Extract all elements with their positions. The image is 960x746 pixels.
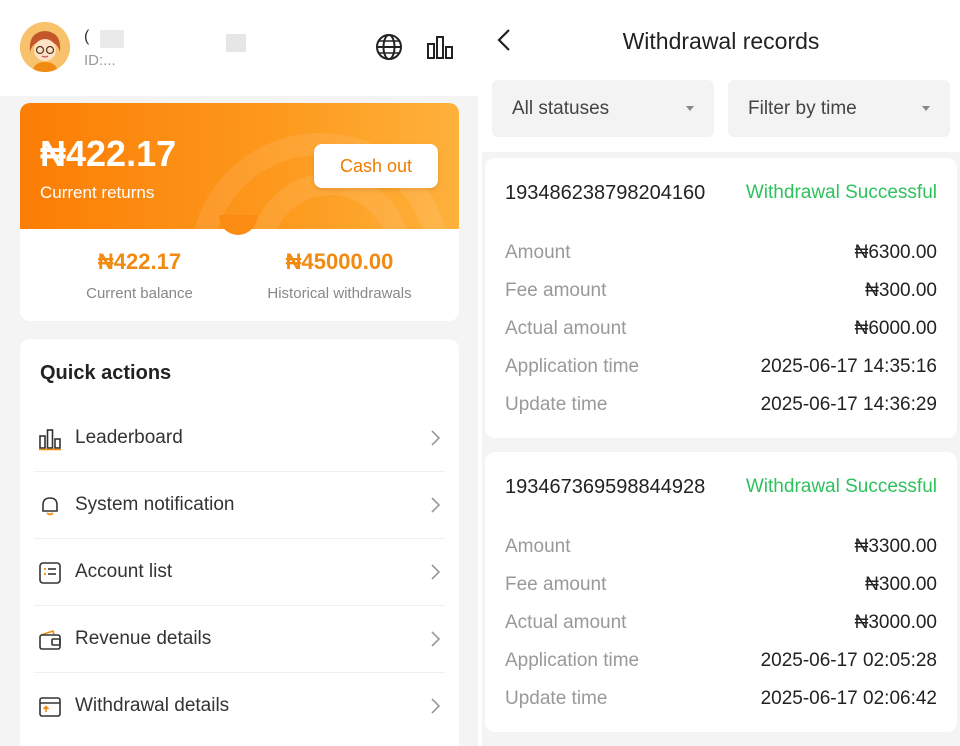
globe-icon[interactable] (374, 32, 404, 62)
record-status: Withdrawal Successful (745, 182, 937, 203)
caret-down-icon (922, 106, 930, 111)
historical-withdrawals: ₦45000.00 Historical withdrawals (230, 249, 449, 302)
quick-action-system-notification[interactable]: System notification (34, 472, 445, 539)
chevron-right-icon (431, 497, 441, 513)
current-returns-amount: ₦422.17 (40, 133, 177, 174)
records-header: Withdrawal records All statuses Filter b… (482, 0, 960, 152)
returns-banner: ₦422.17 Current returns Cash out (20, 103, 459, 229)
withdrawal-icon (39, 697, 61, 717)
record-row-update-time: Update time 2025-06-17 14:36:29 (505, 394, 937, 418)
row-value: ₦6000.00 (854, 318, 937, 339)
user-name: ( (84, 28, 90, 45)
quick-action-label: Leaderboard (75, 427, 183, 448)
current-returns-label: Current returns (40, 183, 155, 202)
returns-card: ₦422.17 Current returns Cash out ₦422.17… (20, 103, 459, 321)
row-value: ₦6300.00 (854, 242, 937, 263)
chevron-right-icon (431, 631, 441, 647)
row-label: Application time (505, 356, 640, 377)
redacted-block (226, 34, 246, 52)
record-id: 193467369598844928 (505, 476, 706, 498)
row-label: Amount (505, 536, 571, 557)
row-label: Update time (505, 688, 608, 709)
record-row-actual: Actual amount ₦3000.00 (505, 612, 937, 636)
withdrawal-record-card[interactable]: 193486238798204160 Withdrawal Successful… (485, 158, 957, 438)
row-value: 2025-06-17 02:05:28 (760, 650, 937, 671)
record-row-fee: Fee amount ₦300.00 (505, 280, 937, 304)
row-value: 2025-06-17 14:36:29 (760, 394, 937, 415)
row-label: Actual amount (505, 612, 627, 633)
row-label: Fee amount (505, 574, 607, 595)
quick-action-label: Account list (75, 561, 173, 582)
record-row-application-time: Application time 2025-06-17 02:05:28 (505, 650, 937, 674)
time-filter-label: Filter by time (748, 98, 857, 119)
current-balance: ₦422.17 Current balance (30, 249, 249, 302)
row-value: ₦300.00 (865, 574, 937, 595)
avatar-illustration (20, 22, 70, 72)
redacted-name (100, 30, 124, 48)
stats-icon[interactable] (426, 34, 454, 60)
quick-action-label: Revenue details (75, 628, 212, 649)
bell-icon (42, 497, 58, 516)
quick-action-withdrawal-details[interactable]: Withdrawal details (34, 673, 445, 740)
page-title: Withdrawal records (622, 28, 820, 54)
chevron-right-icon (431, 564, 441, 580)
row-label: Update time (505, 394, 608, 415)
quick-actions-title: Quick actions (40, 362, 172, 384)
quick-action-leaderboard[interactable]: Leaderboard (34, 405, 445, 472)
earnings-panel: ( ID:... ₦422.17 Current returns Cash ou… (0, 0, 478, 746)
wallet-icon (39, 629, 61, 650)
row-label: Fee amount (505, 280, 607, 301)
profile-header: ( ID:... (0, 0, 478, 96)
quick-action-label: System notification (75, 494, 235, 515)
avatar[interactable] (20, 22, 70, 72)
leaderboard-icon (39, 429, 61, 451)
status-filter-label: All statuses (512, 98, 610, 119)
caret-down-icon (686, 106, 694, 111)
current-balance-value: ₦422.17 (97, 249, 182, 274)
row-label: Application time (505, 650, 640, 671)
quick-action-label: Withdrawal details (75, 695, 230, 716)
row-value: ₦3000.00 (854, 612, 937, 633)
chevron-right-icon (431, 698, 441, 714)
cash-out-button[interactable]: Cash out (314, 144, 438, 188)
historical-withdrawals-value: ₦45000.00 (285, 249, 394, 274)
chevron-right-icon (431, 430, 441, 446)
quick-action-revenue-details[interactable]: Revenue details (34, 606, 445, 673)
record-row-update-time: Update time 2025-06-17 02:06:42 (505, 688, 937, 712)
record-row-amount: Amount ₦6300.00 (505, 242, 937, 266)
record-row-application-time: Application time 2025-06-17 14:35:16 (505, 356, 937, 380)
record-status: Withdrawal Successful (745, 476, 937, 497)
list-icon (39, 562, 61, 584)
time-filter-dropdown[interactable]: Filter by time (728, 80, 950, 137)
status-filter-dropdown[interactable]: All statuses (492, 80, 714, 137)
withdrawal-record-card[interactable]: 193467369598844928 Withdrawal Successful… (485, 452, 957, 732)
quick-actions-card: Quick actions Leaderboard System notific… (20, 339, 459, 746)
banner-notch (219, 215, 257, 235)
row-label: Actual amount (505, 318, 627, 339)
row-label: Amount (505, 242, 571, 263)
back-arrow-icon[interactable] (496, 28, 512, 52)
user-id: ID:... (84, 52, 116, 69)
record-row-fee: Fee amount ₦300.00 (505, 574, 937, 598)
record-row-actual: Actual amount ₦6000.00 (505, 318, 937, 342)
quick-action-account-list[interactable]: Account list (34, 539, 445, 606)
historical-withdrawals-label: Historical withdrawals (267, 285, 412, 302)
row-value: ₦3300.00 (854, 536, 937, 557)
record-row-amount: Amount ₦3300.00 (505, 536, 937, 560)
row-value: 2025-06-17 02:06:42 (760, 688, 937, 709)
current-balance-label: Current balance (86, 285, 193, 302)
withdrawal-records-panel: Withdrawal records All statuses Filter b… (482, 0, 960, 746)
row-value: 2025-06-17 14:35:16 (760, 356, 937, 377)
record-id: 193486238798204160 (505, 182, 706, 204)
row-value: ₦300.00 (865, 280, 937, 301)
